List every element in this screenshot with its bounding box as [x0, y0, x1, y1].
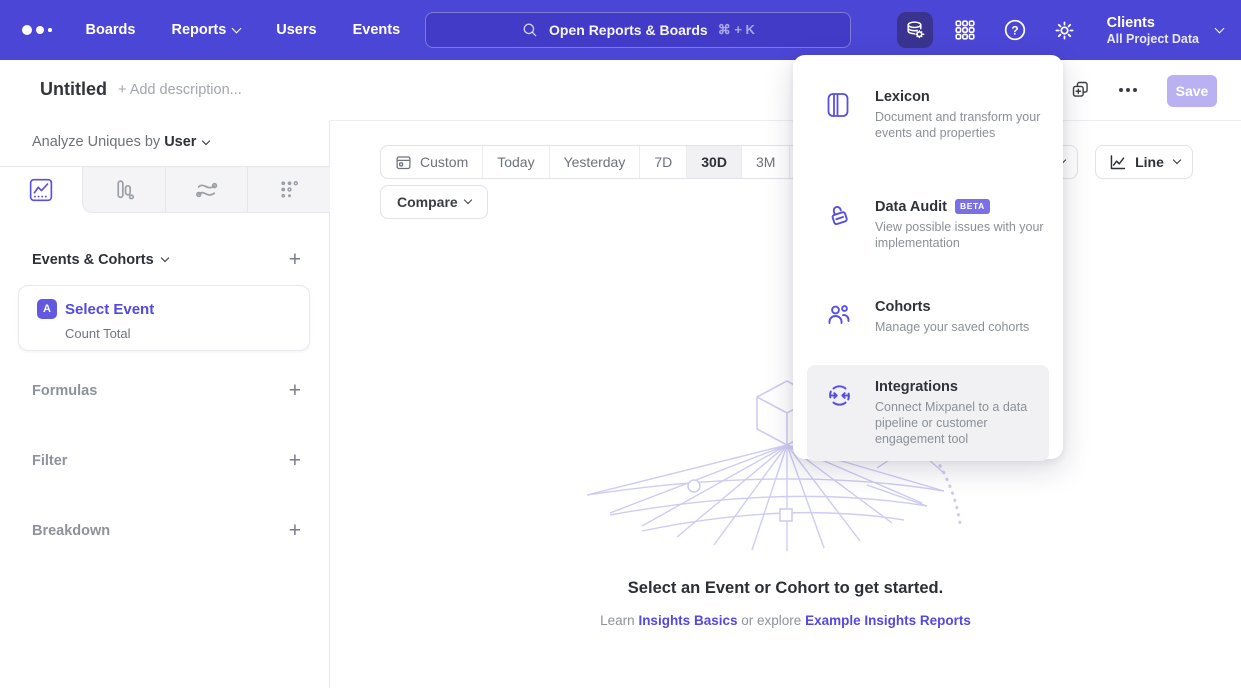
events-cohorts-section: Events & Cohorts + [32, 248, 301, 272]
flows-icon [195, 178, 218, 201]
chevron-down-icon [160, 254, 168, 262]
chart-type-dropdown[interactable]: Line [1095, 145, 1193, 179]
duplicate-icon [1070, 79, 1091, 100]
date-range-7d[interactable]: 7D [639, 146, 686, 178]
lexicon-book-icon [826, 92, 850, 118]
cohorts-people-icon [826, 302, 852, 327]
nav-reports[interactable]: Reports [171, 22, 240, 38]
insights-basics-link[interactable]: Insights Basics [638, 613, 737, 628]
search-shortcut: ⌘ + K [718, 22, 755, 38]
nav-boards[interactable]: Boards [86, 22, 136, 38]
add-filter-button[interactable]: + [289, 451, 301, 471]
analyze-by-dropdown[interactable]: User [164, 134, 209, 150]
date-range-3m[interactable]: 3M [741, 146, 789, 178]
add-description-field[interactable]: + Add description... [118, 82, 242, 98]
empty-state-connector: or explore [741, 613, 801, 628]
chevron-down-icon [1215, 23, 1225, 33]
tab-retention-grid[interactable] [247, 167, 330, 212]
events-cohorts-header[interactable]: Events & Cohorts [32, 252, 168, 268]
visualization-tabbar [0, 166, 330, 213]
filter-header: Filter [32, 453, 67, 469]
add-event-button[interactable]: + [289, 250, 301, 270]
menu-item-integrations[interactable]: Integrations Connect Mixpanel to a data … [807, 365, 1049, 461]
event-letter-badge: A [37, 299, 57, 319]
add-breakdown-button[interactable]: + [289, 521, 301, 541]
integrations-sync-icon [826, 382, 853, 409]
breakdown-section: Breakdown + [32, 519, 301, 543]
empty-state-prefix: Learn [600, 613, 635, 628]
formulas-header: Formulas [32, 383, 97, 399]
data-management-button[interactable] [897, 12, 933, 48]
chevron-down-icon [232, 23, 242, 33]
menu-item-lexicon[interactable]: Lexicon Document and transform your even… [793, 75, 1063, 155]
line-chart-icon [1108, 153, 1127, 172]
compare-dropdown[interactable]: Compare [380, 185, 488, 219]
mixpanel-logo[interactable] [22, 25, 52, 35]
tab-insights-line[interactable] [0, 167, 82, 213]
project-name: All Project Data [1107, 32, 1199, 46]
date-range-30d[interactable]: 30D [686, 146, 741, 178]
search-icon [521, 21, 539, 39]
menu-item-cohorts[interactable]: Cohorts Manage your saved cohorts [793, 285, 1063, 349]
chevron-down-icon [463, 196, 471, 204]
filter-section: Filter + [32, 449, 301, 473]
data-tools-dropdown-panel: Lexicon Document and transform your even… [793, 55, 1063, 459]
duplicate-button[interactable] [1070, 79, 1091, 100]
database-gear-icon [903, 18, 927, 42]
date-range-custom[interactable]: Custom [381, 146, 482, 178]
bar-chart-icon [113, 178, 136, 201]
example-reports-link[interactable]: Example Insights Reports [805, 613, 971, 628]
more-options-button[interactable] [1119, 79, 1137, 101]
calendar-icon [395, 154, 412, 171]
top-navbar: Boards Reports Users Events Open Reports… [0, 0, 1241, 60]
date-range-yesterday[interactable]: Yesterday [549, 146, 640, 178]
apps-grid-button[interactable] [947, 12, 983, 48]
empty-state: Select an Event or Cohort to get started… [330, 579, 1241, 628]
settings-gear-icon [1052, 18, 1077, 43]
org-name: Clients [1107, 14, 1199, 32]
chevron-down-icon [1173, 156, 1181, 164]
query-builder-sidebar: Analyze Uniques by User [0, 121, 330, 688]
nav-users[interactable]: Users [276, 22, 316, 38]
menu-item-data-audit[interactable]: Data Audit BETA View possible issues wit… [793, 185, 1063, 265]
date-range-today[interactable]: Today [482, 146, 548, 178]
help-button[interactable]: ? [997, 12, 1033, 48]
navbar-actions: ? Clients All Project Data [897, 0, 1223, 60]
nav-events[interactable]: Events [353, 22, 401, 38]
beta-badge: BETA [955, 199, 990, 214]
date-range-control: Custom Today Yesterday 7D 30D 3M 6M [380, 145, 839, 179]
svg-text:?: ? [1011, 23, 1018, 37]
chevron-down-icon [202, 137, 210, 145]
search-placeholder: Open Reports & Boards [549, 22, 708, 38]
dots-grid-icon [278, 178, 301, 201]
formulas-section: Formulas + [32, 379, 301, 403]
empty-state-title: Select an Event or Cohort to get started… [330, 579, 1241, 598]
report-title[interactable]: Untitled [40, 79, 107, 100]
chart-area: Custom Today Yesterday 7D 30D 3M 6M Comp… [330, 120, 1241, 687]
breakdown-header: Breakdown [32, 523, 110, 539]
data-audit-icon [826, 202, 852, 228]
tab-flows[interactable] [165, 167, 248, 212]
help-icon: ? [1002, 17, 1028, 43]
line-chart-framed-icon [29, 178, 53, 202]
count-total-dropdown[interactable]: Count Total [65, 326, 131, 341]
save-button[interactable]: Save [1167, 75, 1217, 107]
global-search-input[interactable]: Open Reports & Boards ⌘ + K [425, 12, 851, 48]
tab-bar-chart[interactable] [83, 167, 165, 212]
event-row-a[interactable]: A Select Event Count Total [18, 285, 310, 351]
analyze-uniques-control: Analyze Uniques by User [32, 134, 209, 150]
project-switcher[interactable]: Clients All Project Data [1107, 14, 1223, 46]
select-event-button[interactable]: Select Event [65, 301, 154, 318]
settings-button[interactable] [1047, 12, 1083, 48]
add-formula-button[interactable]: + [289, 381, 301, 401]
apps-grid-icon [953, 18, 977, 42]
